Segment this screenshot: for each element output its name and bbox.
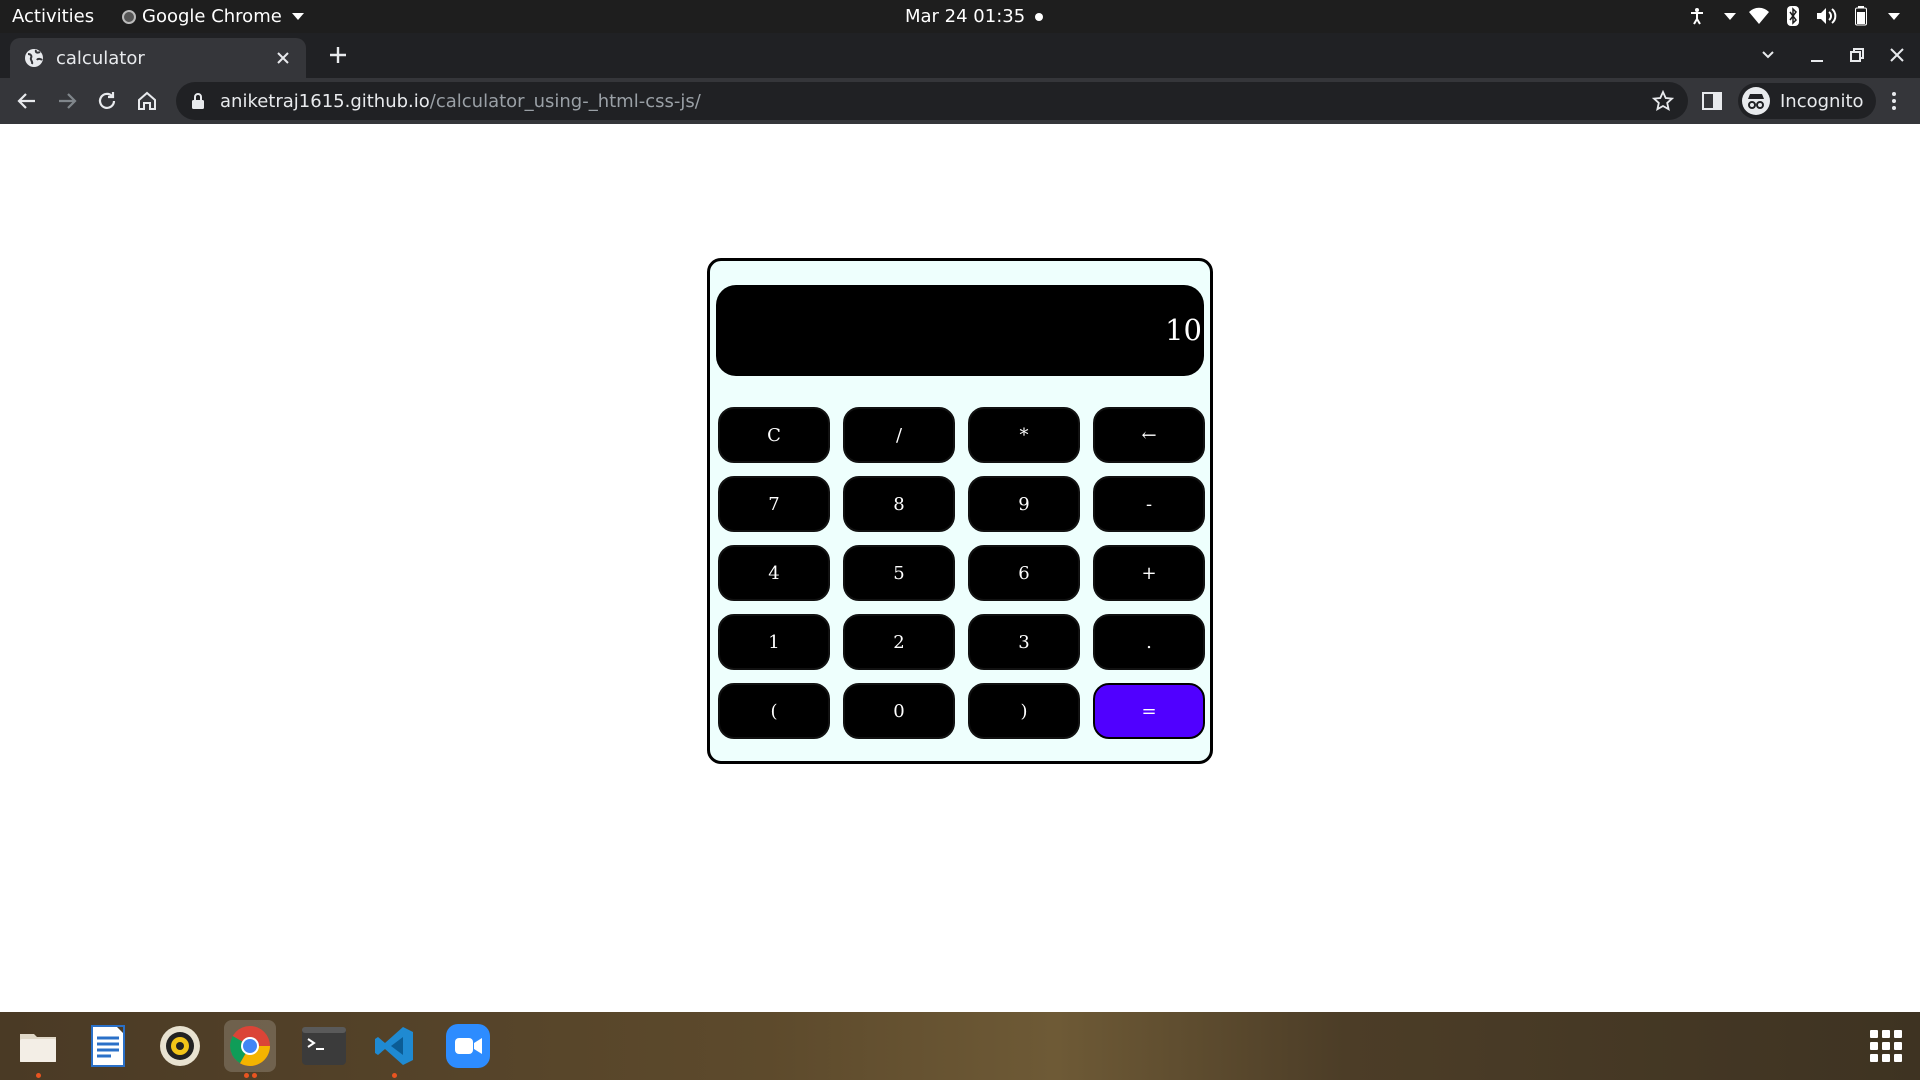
key-decimal[interactable]: .: [1093, 614, 1205, 670]
url-host: aniketraj1615.github.io: [220, 90, 430, 112]
bookmark-star-icon[interactable]: [1652, 90, 1674, 112]
calculator: 10 C / * ← 7 8 9- 4 5 6 +1 2 3. (0) =: [707, 258, 1213, 764]
back-icon[interactable]: [15, 89, 39, 113]
libreoffice-writer-icon[interactable]: [82, 1020, 134, 1072]
lock-icon[interactable]: [190, 92, 206, 110]
chrome-small-icon: [122, 9, 136, 24]
key-equals[interactable]: =: [1093, 683, 1205, 739]
incognito-icon: [1742, 87, 1770, 115]
key-5[interactable]: 5: [843, 545, 955, 601]
key-minus[interactable]: -: [1093, 476, 1205, 532]
chevron-down-icon[interactable]: [1724, 12, 1736, 20]
chrome-icon[interactable]: [224, 1020, 276, 1078]
minimize-icon[interactable]: [1806, 44, 1828, 66]
reload-icon[interactable]: [95, 89, 119, 113]
show-applications-icon[interactable]: [1870, 1030, 1902, 1062]
chevron-down-icon: [291, 13, 304, 20]
files-icon[interactable]: [12, 1020, 64, 1078]
key-2[interactable]: 2: [843, 614, 955, 670]
vscode-icon[interactable]: [368, 1020, 420, 1078]
calculator-display: 10: [716, 285, 1204, 376]
tab-title: calculator: [56, 47, 145, 69]
bluetooth-icon[interactable]: [1782, 5, 1804, 27]
url-path: /calculator_using-_html-css-js/: [429, 90, 701, 112]
system-top-bar: Activities Google Chrome Mar 24 01:35: [0, 0, 1920, 33]
dock: [0, 1012, 1920, 1080]
profile-label: Incognito: [1780, 90, 1864, 112]
terminal-icon[interactable]: [298, 1020, 350, 1072]
volume-icon[interactable]: [1816, 5, 1838, 27]
chevron-down-icon[interactable]: [1888, 12, 1900, 20]
web-page: 10 C / * ← 7 8 9- 4 5 6 +1 2 3. (0) =: [0, 124, 1920, 1012]
key-open-paren[interactable]: (: [718, 683, 830, 739]
key-0[interactable]: 0: [843, 683, 955, 739]
key-close-paren[interactable]: ): [968, 683, 1080, 739]
wifi-icon[interactable]: [1748, 5, 1770, 27]
forward-icon[interactable]: [55, 89, 79, 113]
app-menu[interactable]: Google Chrome: [122, 6, 304, 27]
notification-dot-icon: [1035, 12, 1044, 21]
system-tray[interactable]: [1686, 5, 1900, 27]
clock-button[interactable]: Mar 24 01:35: [905, 6, 1044, 27]
activities-button[interactable]: Activities: [12, 6, 94, 27]
menu-kebab-icon[interactable]: [1882, 89, 1906, 113]
key-backspace[interactable]: ←: [1093, 407, 1205, 463]
zoom-icon[interactable]: [442, 1020, 494, 1072]
app-menu-label: Google Chrome: [142, 6, 282, 27]
calculator-keypad: C / * ← 7 8 9- 4 5 6 +1 2 3. (0) =: [718, 407, 1205, 739]
close-window-icon[interactable]: [1886, 44, 1908, 66]
key-plus[interactable]: +: [1093, 545, 1205, 601]
key-6[interactable]: 6: [968, 545, 1080, 601]
address-bar[interactable]: aniketraj1615.github.io/calculator_using…: [176, 82, 1688, 120]
close-icon[interactable]: [274, 49, 292, 67]
tab-search-icon[interactable]: [1757, 44, 1779, 66]
key-clear[interactable]: C: [718, 407, 830, 463]
rhythmbox-icon[interactable]: [154, 1020, 206, 1072]
key-1[interactable]: 1: [718, 614, 830, 670]
globe-icon: [25, 49, 43, 67]
browser-toolbar: aniketraj1615.github.io/calculator_using…: [0, 78, 1920, 124]
incognito-profile-button[interactable]: Incognito: [1738, 83, 1876, 119]
key-4[interactable]: 4: [718, 545, 830, 601]
new-tab-icon[interactable]: [325, 42, 351, 68]
tab-calculator[interactable]: calculator: [10, 38, 306, 78]
key-7[interactable]: 7: [718, 476, 830, 532]
home-icon[interactable]: [135, 89, 159, 113]
restore-icon[interactable]: [1846, 44, 1868, 66]
tab-strip: calculator: [0, 33, 1920, 78]
key-8[interactable]: 8: [843, 476, 955, 532]
clock-label: Mar 24 01:35: [905, 6, 1026, 27]
key-multiply[interactable]: *: [968, 407, 1080, 463]
key-9[interactable]: 9: [968, 476, 1080, 532]
accessibility-icon[interactable]: [1686, 5, 1708, 27]
battery-icon[interactable]: [1850, 5, 1872, 27]
key-divide[interactable]: /: [843, 407, 955, 463]
side-panel-icon[interactable]: [1700, 89, 1724, 113]
key-3[interactable]: 3: [968, 614, 1080, 670]
